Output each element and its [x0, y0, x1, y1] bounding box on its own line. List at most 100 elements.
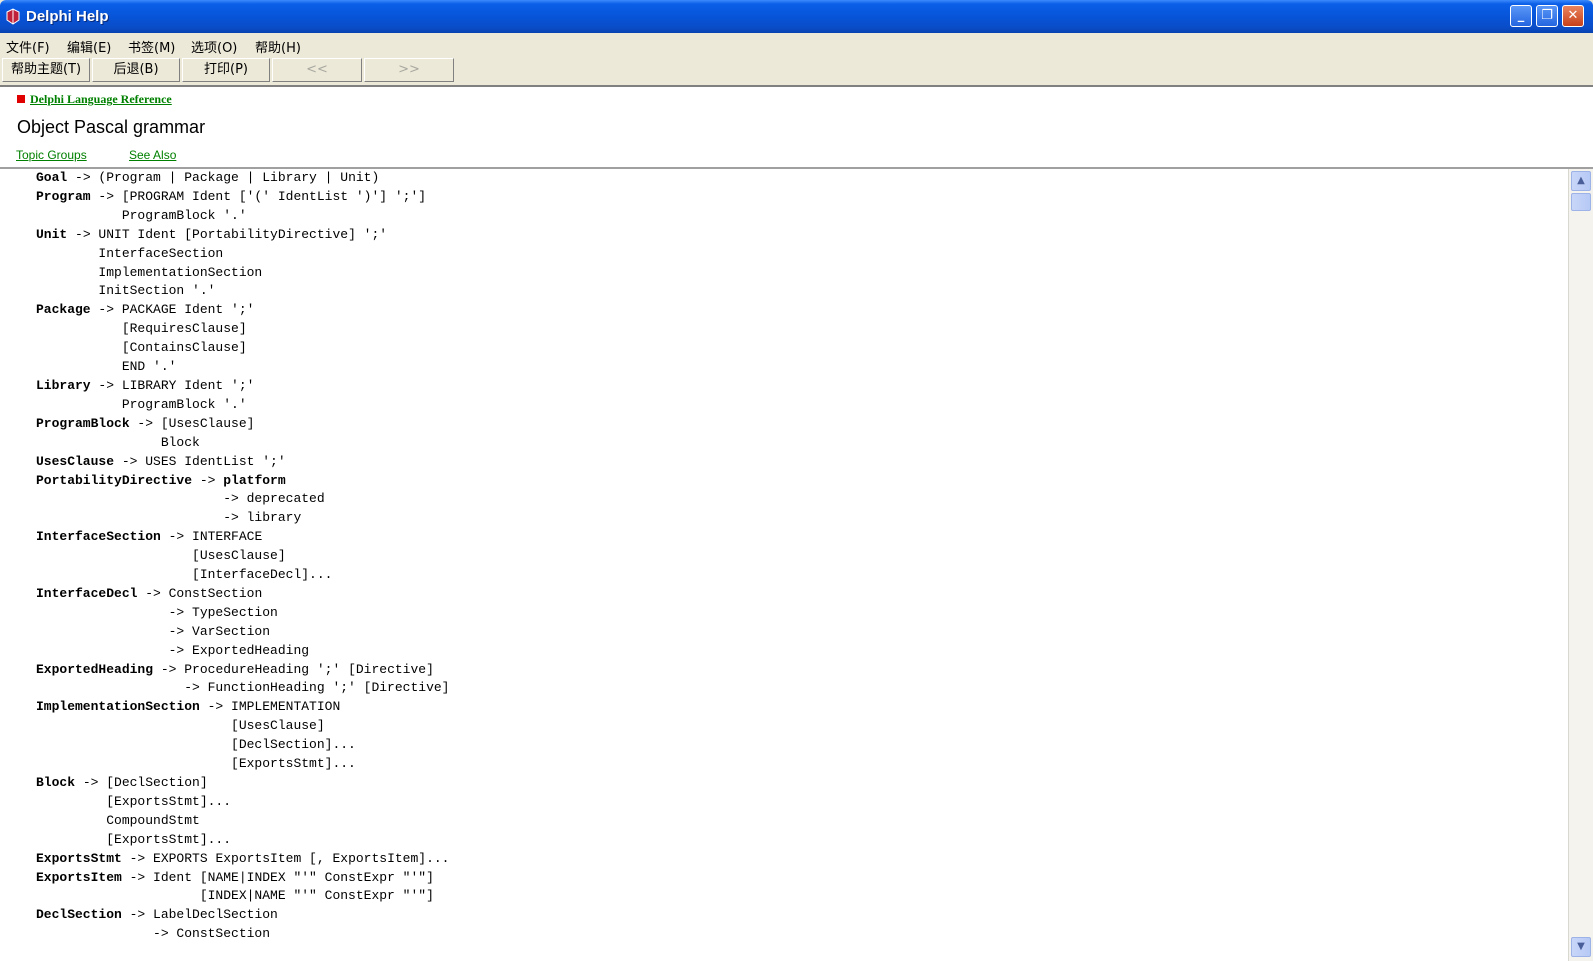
- grammar-rule-body: -> [DeclSection]: [75, 775, 208, 790]
- minimize-icon: _: [1517, 8, 1525, 23]
- grammar-rule-body: -> ExportedHeading: [36, 642, 310, 658]
- grammar-rule-name: UsesClause: [36, 453, 115, 469]
- minimize-button[interactable]: _: [1510, 5, 1532, 27]
- grammar-line: Library -> LIBRARY Ident ';': [36, 377, 449, 396]
- grammar-line: Unit -> UNIT Ident [PortabilityDirective…: [36, 226, 449, 245]
- grammar-rule-body: [ExportsStmt]...: [36, 793, 232, 809]
- grammar-rule-body: -> ProcedureHeading ';' [Directive]: [153, 661, 434, 677]
- grammar-line: UsesClause -> USES IdentList ';': [36, 453, 449, 472]
- grammar-line: [ExportsStmt]...: [36, 793, 449, 812]
- scroll-thumb[interactable]: [1571, 193, 1591, 211]
- grammar-rule-body: -> ConstSection: [137, 585, 263, 601]
- grammar-rule-body: [ContainsClause]: [36, 340, 247, 356]
- grammar-line: END '.': [36, 358, 449, 377]
- grammar-line: ImplementationSection: [36, 264, 449, 283]
- scroll-down-button[interactable]: ▼: [1571, 937, 1591, 957]
- grammar-line: Package -> PACKAGE Ident ';': [36, 301, 449, 320]
- grammar-rule-name: ProgramBlock: [36, 415, 130, 431]
- help-topics-button[interactable]: 帮助主题(T): [2, 58, 90, 82]
- grammar-line: [ExportsStmt]...: [36, 755, 449, 774]
- page-title: Object Pascal grammar: [17, 117, 206, 137]
- menu-edit[interactable]: 编辑(E): [67, 37, 111, 56]
- grammar-rule-name: DeclSection: [36, 907, 122, 923]
- grammar-rule-body: InterfaceSection: [36, 245, 224, 261]
- scroll-up-button[interactable]: ▲: [1571, 171, 1591, 191]
- restore-icon: ❐: [1541, 8, 1553, 23]
- grammar-rule-name: Library: [36, 377, 91, 393]
- grammar-line: -> deprecated: [36, 490, 449, 509]
- close-icon: ✕: [1567, 8, 1579, 23]
- grammar-rule-name: Package: [36, 302, 91, 318]
- window-title: Delphi Help: [26, 8, 109, 25]
- restore-button[interactable]: ❐: [1536, 5, 1558, 27]
- grammar-line: Goal -> (Program | Package | Library | U…: [36, 169, 449, 188]
- grammar-line: CompoundStmt: [36, 812, 449, 831]
- menu-file[interactable]: 文件(F): [6, 37, 50, 56]
- previous-button[interactable]: <<: [272, 58, 362, 82]
- help-book-icon: [6, 8, 20, 25]
- grammar-line: -> ConstSection: [36, 925, 449, 944]
- chevron-up-icon: ▲: [1577, 175, 1585, 186]
- grammar-line: ProgramBlock -> [UsesClause]: [36, 415, 449, 434]
- grammar-line: [RequiresClause]: [36, 320, 449, 339]
- vertical-scrollbar[interactable]: ▲ ▼: [1568, 169, 1593, 961]
- grammar-rule-name: ExportsItem: [36, 869, 122, 885]
- grammar-rule-body: ProgramBlock '.': [36, 396, 247, 412]
- grammar-rule-body: -> INTERFACE: [160, 529, 263, 545]
- menu-options[interactable]: 选项(O): [191, 37, 237, 56]
- grammar-line: ImplementationSection -> IMPLEMENTATION: [36, 698, 449, 717]
- grammar-rule-body: -> library: [36, 510, 302, 526]
- grammar-line: PortabilityDirective -> platform: [36, 472, 449, 491]
- grammar-line: Block: [36, 434, 449, 453]
- grammar-line: ExportedHeading -> ProcedureHeading ';' …: [36, 661, 449, 680]
- bullet-icon: [17, 95, 25, 103]
- topic-header: Delphi Language Reference Object Pascal …: [0, 87, 1593, 169]
- close-button[interactable]: ✕: [1562, 5, 1584, 27]
- grammar-line: ProgramBlock '.': [36, 396, 449, 415]
- grammar-rule-body: -> deprecated: [36, 491, 325, 507]
- grammar-line: DeclSection -> LabelDeclSection: [36, 906, 449, 925]
- grammar-line: [ContainsClause]: [36, 339, 449, 358]
- grammar-rule-body: -> [UsesClause]: [129, 415, 255, 431]
- grammar-rule-name: ExportedHeading: [36, 661, 154, 677]
- grammar-line: [DeclSection]...: [36, 736, 449, 755]
- grammar-rule-body: [UsesClause]: [36, 548, 286, 564]
- menu-bookmark[interactable]: 书签(M): [128, 37, 175, 56]
- grammar-line: -> FunctionHeading ';' [Directive]: [36, 679, 449, 698]
- toolbar: 帮助主题(T) 后退(B) 打印(P) << >>: [0, 57, 1593, 87]
- grammar-line: InitSection '.': [36, 282, 449, 301]
- grammar-rule-body: [UsesClause]: [36, 718, 325, 734]
- grammar-rule-name: Program: [36, 188, 91, 204]
- grammar-rule-body: -> FunctionHeading ';' [Directive]: [36, 680, 450, 696]
- grammar-line: -> library: [36, 509, 449, 528]
- back-button[interactable]: 后退(B): [92, 58, 180, 82]
- grammar-rule-body: [InterfaceDecl]...: [36, 567, 333, 583]
- grammar-rule-name: InterfaceDecl: [36, 585, 138, 601]
- menu-help[interactable]: 帮助(H): [255, 37, 301, 56]
- grammar-rule-name: ExportsStmt: [36, 850, 122, 866]
- breadcrumb-link[interactable]: Delphi Language Reference: [30, 92, 172, 107]
- grammar-line: [UsesClause]: [36, 717, 449, 736]
- grammar-rule-body: -> PACKAGE Ident ';': [90, 302, 255, 318]
- grammar-rule-body: -> ConstSection: [36, 926, 271, 942]
- grammar-line: [InterfaceDecl]...: [36, 566, 449, 585]
- topic-groups-link[interactable]: Topic Groups: [16, 148, 87, 162]
- grammar-rule-body: -> [PROGRAM Ident ['(' IdentList ')'] ';…: [90, 188, 427, 204]
- grammar-rule-body: -> TypeSection: [36, 604, 278, 620]
- grammar-rule-body: -> USES IdentList ';': [114, 453, 286, 469]
- grammar-rule-body: Block: [36, 434, 200, 450]
- grammar-rule-name: PortabilityDirective: [36, 472, 193, 488]
- menu-bar: 文件(F) 编辑(E) 书签(M) 选项(O) 帮助(H): [0, 33, 1593, 57]
- grammar-line: InterfaceDecl -> ConstSection: [36, 585, 449, 604]
- grammar-line: [UsesClause]: [36, 547, 449, 566]
- grammar-rule-body: -> VarSection: [36, 623, 271, 639]
- see-also-link[interactable]: See Also: [129, 148, 176, 162]
- grammar-line: ProgramBlock '.': [36, 207, 449, 226]
- next-button[interactable]: >>: [364, 58, 454, 82]
- grammar-rule-body: -> EXPORTS ExportsItem [, ExportsItem]..…: [121, 850, 450, 866]
- grammar-rule-body: ImplementationSection: [36, 264, 263, 280]
- print-button[interactable]: 打印(P): [182, 58, 270, 82]
- grammar-rule-body: [DeclSection]...: [36, 737, 356, 753]
- grammar-rule-body: ProgramBlock '.': [36, 207, 247, 223]
- grammar-line: [ExportsStmt]...: [36, 831, 449, 850]
